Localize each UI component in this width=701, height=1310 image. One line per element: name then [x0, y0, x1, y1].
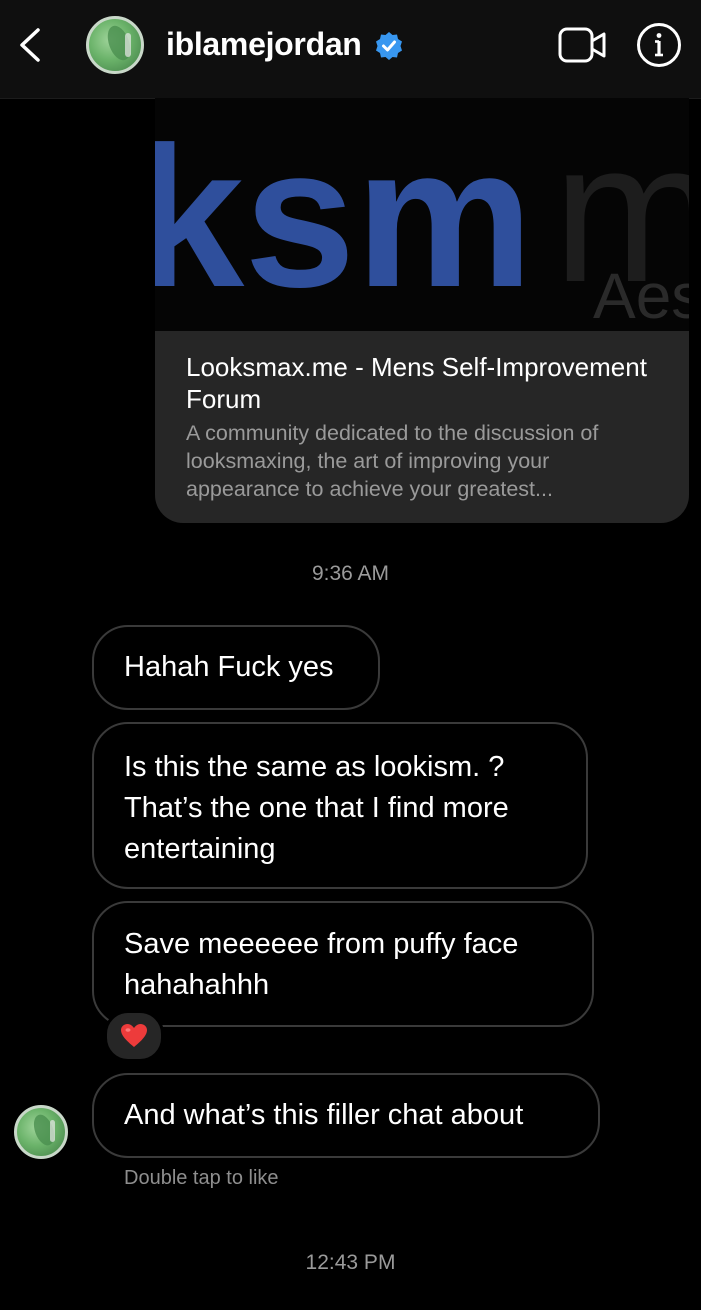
- message-text: Hahah Fuck yes: [124, 651, 334, 683]
- message-bubble[interactable]: Hahah Fuck yes: [92, 625, 380, 710]
- video-call-button[interactable]: [558, 26, 608, 64]
- preview-logo-text: ksm: [155, 106, 533, 329]
- back-button[interactable]: [14, 24, 50, 66]
- heart-reaction[interactable]: [104, 1010, 164, 1062]
- link-preview-title: Looksmax.me - Mens Self-Improvement Foru…: [186, 352, 647, 414]
- sender-avatar[interactable]: [14, 1105, 68, 1159]
- message-text: Save meeeeee from puffy face hahahahhh: [124, 928, 519, 1001]
- message-bubble[interactable]: Save meeeeee from puffy face hahahahhh: [92, 901, 594, 1027]
- message-bubble[interactable]: Is this the same as lookism. ? That’s th…: [92, 722, 588, 889]
- message-timestamp: 9:36 AM: [311, 562, 390, 585]
- message-text: Is this the same as lookism. ? That’s th…: [124, 751, 509, 865]
- video-camera-icon: [558, 27, 606, 63]
- preview-tagline-text: Aes: [593, 260, 689, 331]
- chat-username[interactable]: iblamejordan: [166, 26, 362, 63]
- info-icon: [637, 23, 681, 67]
- message-bubble[interactable]: And what’s this filler chat about: [92, 1073, 600, 1158]
- link-preview-description: A community dedicated to the discussion …: [186, 421, 599, 501]
- double-tap-hint: Double tap to like: [124, 1167, 279, 1189]
- link-preview-image: ksm m Aes: [155, 98, 689, 331]
- chevron-left-icon: [20, 28, 40, 62]
- chat-header: iblamejordan: [0, 0, 701, 99]
- info-button[interactable]: [636, 22, 682, 68]
- avatar[interactable]: [86, 16, 144, 74]
- link-preview-card[interactable]: ksm m Aes Looksmax.me - Mens Self-Improv…: [155, 98, 689, 523]
- message-text: And what’s this filler chat about: [124, 1099, 524, 1131]
- message-timestamp: 12:43 PM: [305, 1251, 396, 1274]
- verified-badge-icon: [376, 32, 402, 60]
- heart-icon: [121, 1024, 147, 1047]
